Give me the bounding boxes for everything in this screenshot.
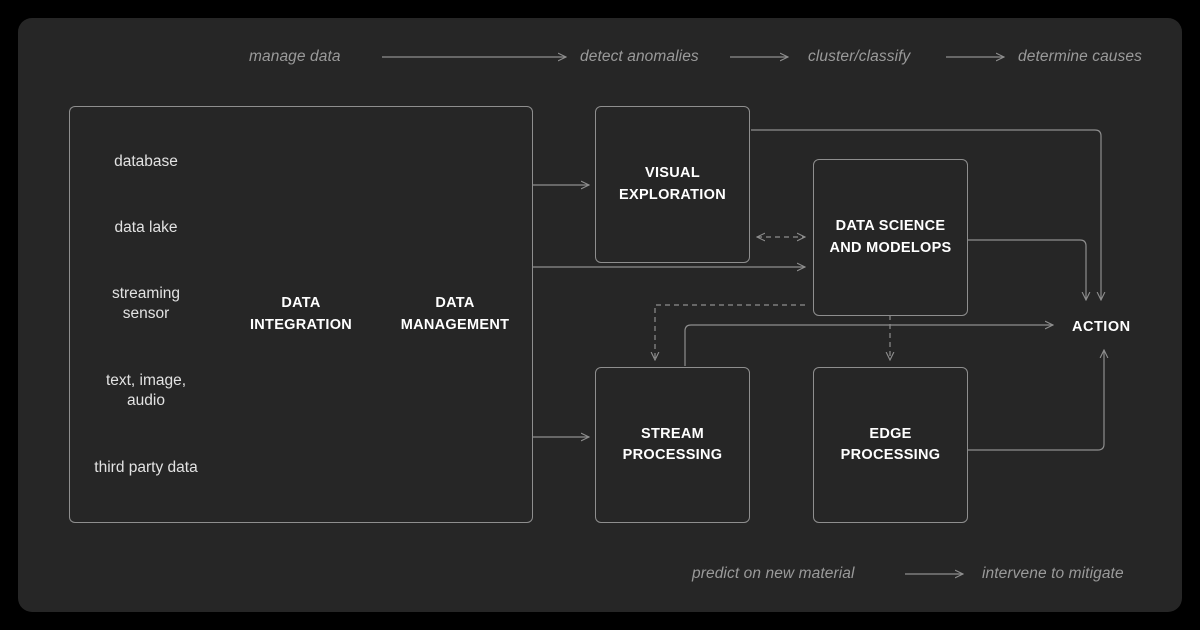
phase-label-predict-new-material: predict on new material: [692, 565, 855, 582]
node-data-science-modelops[interactable]: DATA SCIENCE AND MODELOPS: [813, 159, 968, 316]
node-data-management[interactable]: DATA MANAGEMENT: [378, 106, 533, 523]
phase-label-detect-anomalies: detect anomalies: [580, 48, 699, 65]
source-item-data-lake: data lake: [114, 219, 178, 236]
node-data-integration-title: DATA INTEGRATION: [249, 295, 353, 333]
node-stream-processing[interactable]: STREAM PROCESSING: [595, 367, 750, 523]
source-item-third-party-data: third party data: [94, 459, 198, 476]
node-data-integration[interactable]: DATA INTEGRATION: [224, 106, 378, 523]
node-data-science-modelops-title: DATA SCIENCE AND MODELOPS: [829, 218, 952, 256]
node-visual-exploration[interactable]: VISUAL EXPLORATION: [595, 106, 750, 263]
node-edge-processing[interactable]: EDGE PROCESSING: [813, 367, 968, 523]
source-item-streaming-sensor: streaming sensor: [111, 285, 181, 323]
phase-label-cluster-classify: cluster/classify: [808, 48, 911, 65]
phase-label-intervene-mitigate: intervene to mitigate: [982, 565, 1124, 582]
phase-label-determine-causes: determine causes: [1018, 48, 1142, 65]
source-item-text-image-audio: text, image, audio: [105, 372, 187, 410]
node-edge-processing-title: EDGE PROCESSING: [840, 425, 941, 463]
diagram-canvas: manage data detect anomalies cluster/cla…: [0, 0, 1200, 630]
node-data-management-title: DATA MANAGEMENT: [400, 295, 510, 333]
node-stream-processing-title: STREAM PROCESSING: [622, 425, 723, 463]
source-item-database: database: [114, 153, 178, 170]
outcome-action-label: ACTION: [1072, 319, 1131, 335]
node-visual-exploration-title: VISUAL EXPLORATION: [619, 165, 726, 203]
phase-label-manage-data: manage data: [249, 48, 341, 65]
